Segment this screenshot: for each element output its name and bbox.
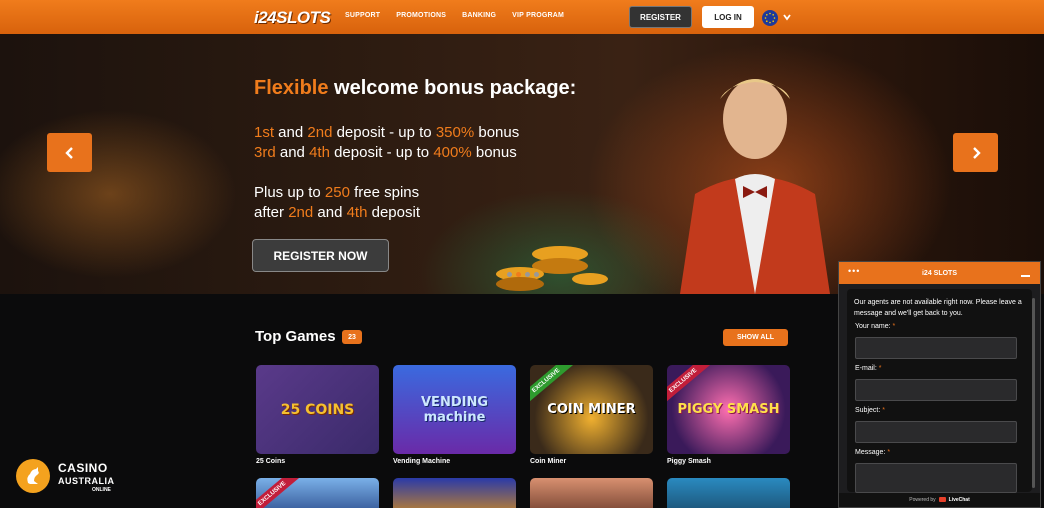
name-label: Your name: * [855, 323, 896, 330]
kangaroo-icon [16, 459, 50, 493]
message-label: Message: * [855, 449, 891, 456]
chat-form: Our agents are not available right now. … [847, 289, 1032, 493]
brand-line-1: CASINO [58, 461, 108, 475]
eu-flag-icon[interactable] [762, 10, 778, 26]
nav-promotions[interactable]: PROMOTIONS [396, 12, 446, 19]
slider-dot[interactable] [525, 272, 530, 277]
chat-header: ••• i24 SLOTS [839, 262, 1040, 284]
show-all-button[interactable]: SHOW ALL [723, 329, 788, 346]
main-nav: SUPPORT PROMOTIONS BANKING VIP PROGRAM [345, 12, 564, 19]
message-field[interactable] [855, 463, 1017, 493]
chevron-left-icon [64, 146, 73, 159]
nav-banking[interactable]: BANKING [462, 12, 496, 19]
hero-line-3: Plus up to 250 free spins [254, 184, 420, 201]
slider-dots [507, 272, 539, 277]
slider-dot[interactable] [534, 272, 539, 277]
email-field[interactable] [855, 379, 1017, 401]
chat-scrollbar[interactable] [1032, 298, 1035, 488]
slider-next-button[interactable] [953, 133, 998, 172]
game-card-next-row[interactable] [667, 478, 790, 508]
chat-title: i24 SLOTS [921, 269, 957, 277]
coin-stack-image [496, 246, 608, 291]
chat-offline-message: Our agents are not available right now. … [854, 299, 1022, 317]
game-card-next-row[interactable] [530, 478, 653, 508]
game-card-piggy-smash[interactable]: PIGGY SMASH EXCLUSIVE [667, 365, 790, 454]
game-card-next-row[interactable] [393, 478, 516, 508]
game-name[interactable]: Piggy Smash [667, 458, 711, 465]
login-button[interactable]: LOG IN [702, 6, 754, 28]
exclusive-badge: EXCLUSIVE [256, 478, 301, 508]
powered-by-text: Powered by [909, 497, 936, 503]
site-logo[interactable]: i24SLOTS [254, 8, 331, 28]
livechat-link[interactable]: LiveChat [949, 497, 970, 503]
game-name[interactable]: Coin Miner [530, 458, 566, 465]
game-art: VENDING machine [421, 394, 488, 425]
slider-dot[interactable] [507, 272, 512, 277]
minimize-icon[interactable] [1021, 275, 1030, 277]
game-card-next-row[interactable]: EXCLUSIVE [256, 478, 379, 508]
hero-banner: Flexible welcome bonus package: 1st and … [0, 34, 1044, 294]
chevron-down-icon[interactable] [782, 12, 792, 22]
subject-label: Subject: * [855, 407, 885, 414]
top-header: i24SLOTS SUPPORT PROMOTIONS BANKING VIP … [0, 0, 1044, 34]
register-now-button[interactable]: REGISTER NOW [252, 239, 389, 272]
hero-heading: Flexible welcome bonus package: [254, 77, 577, 99]
chat-footer: Powered by LiveChat [839, 493, 1040, 507]
email-label: E-mail: * [855, 365, 882, 372]
croupier-image [680, 79, 830, 294]
game-card-vending-machine[interactable]: VENDING machine [393, 365, 516, 454]
nav-vip-program[interactable]: VIP PROGRAM [512, 12, 564, 19]
top-games-title: Top Games [255, 328, 336, 345]
game-art: 25 COINS [280, 401, 355, 418]
casino-australia-logo: CASINO AUSTRALIA ONLINE [16, 459, 126, 499]
slider-dot[interactable] [516, 272, 521, 277]
hero-line-4: after 2nd and 4th deposit [254, 204, 420, 221]
game-card-coin-miner[interactable]: COIN MINER EXCLUSIVE [530, 365, 653, 454]
game-card-25-coins[interactable]: 25 COINS [256, 365, 379, 454]
games-count-badge: 23 [342, 330, 362, 344]
chevron-right-icon [972, 146, 981, 159]
game-name[interactable]: 25 Coins [256, 458, 285, 465]
nav-support[interactable]: SUPPORT [345, 12, 380, 19]
brand-line-3: ONLINE [92, 487, 111, 493]
brand-line-2: AUSTRALIA [58, 476, 115, 486]
livechat-logo-icon [938, 497, 946, 502]
hero-line-1: 1st and 2nd deposit - up to 350% bonus [254, 124, 520, 141]
subject-field[interactable] [855, 421, 1017, 443]
game-name[interactable]: Vending Machine [393, 458, 450, 465]
hero-line-2: 3rd and 4th deposit - up to 400% bonus [254, 144, 517, 161]
name-field[interactable] [855, 337, 1017, 359]
more-options-icon[interactable]: ••• [848, 266, 860, 276]
register-button[interactable]: REGISTER [629, 6, 692, 28]
slider-prev-button[interactable] [47, 133, 92, 172]
livechat-widget: ••• i24 SLOTS Our agents are not availab… [838, 261, 1041, 508]
